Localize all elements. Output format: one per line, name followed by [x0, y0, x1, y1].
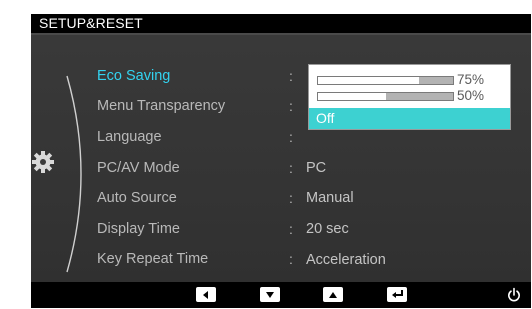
key-repeat-time-value: Acceleration [306, 252, 386, 268]
eco-level-bar [317, 76, 454, 85]
control-bar [31, 282, 531, 308]
menu-item-pc-av-mode[interactable]: PC/AV Mode [97, 157, 180, 179]
colon: : [289, 98, 293, 114]
eco-saving-options: 75% 50% Off [308, 64, 511, 130]
eco-option-label: 75% [457, 72, 485, 87]
up-button[interactable] [323, 287, 343, 302]
left-button[interactable] [196, 287, 216, 302]
eco-level-fill [318, 77, 420, 84]
menu-item-display-time[interactable]: Display Time [97, 218, 180, 240]
eco-level-fill [318, 93, 386, 100]
colon: : [289, 129, 293, 145]
menu-item-key-repeat-time[interactable]: Key Repeat Time [97, 248, 208, 270]
auto-source-value: Manual [306, 190, 354, 206]
menu-item-auto-source[interactable]: Auto Source [97, 187, 177, 209]
pc-av-mode-value: PC [306, 160, 327, 176]
eco-level-bar [317, 92, 454, 101]
menu-item-language[interactable]: Language [97, 126, 162, 148]
colon: : [289, 68, 293, 84]
eco-option-off[interactable]: Off [309, 108, 510, 129]
colon: : [289, 190, 293, 206]
colon: : [289, 160, 293, 176]
enter-button[interactable] [387, 287, 407, 302]
down-arrow-icon [266, 291, 274, 298]
left-arrow-icon [203, 290, 208, 299]
eco-option-50[interactable]: 50% [309, 87, 510, 105]
power-icon[interactable] [506, 287, 522, 303]
gear-icon [32, 151, 54, 173]
menu-arc-divider [66, 75, 82, 273]
up-arrow-icon [329, 291, 337, 298]
menu-title: SETUP&RESET [31, 14, 531, 33]
colon: : [289, 221, 293, 237]
eco-option-label: 50% [457, 88, 485, 103]
enter-icon [391, 290, 403, 298]
osd-window: SETUP&RESET Eco Saving : Menu Transparen… [31, 14, 531, 308]
menu-item-eco-saving[interactable]: Eco Saving [97, 65, 170, 87]
down-button[interactable] [260, 287, 280, 302]
colon: : [289, 251, 293, 267]
display-time-value: 20 sec [306, 221, 349, 237]
title-divider [31, 33, 531, 35]
menu-item-menu-transparency[interactable]: Menu Transparency [97, 95, 225, 117]
